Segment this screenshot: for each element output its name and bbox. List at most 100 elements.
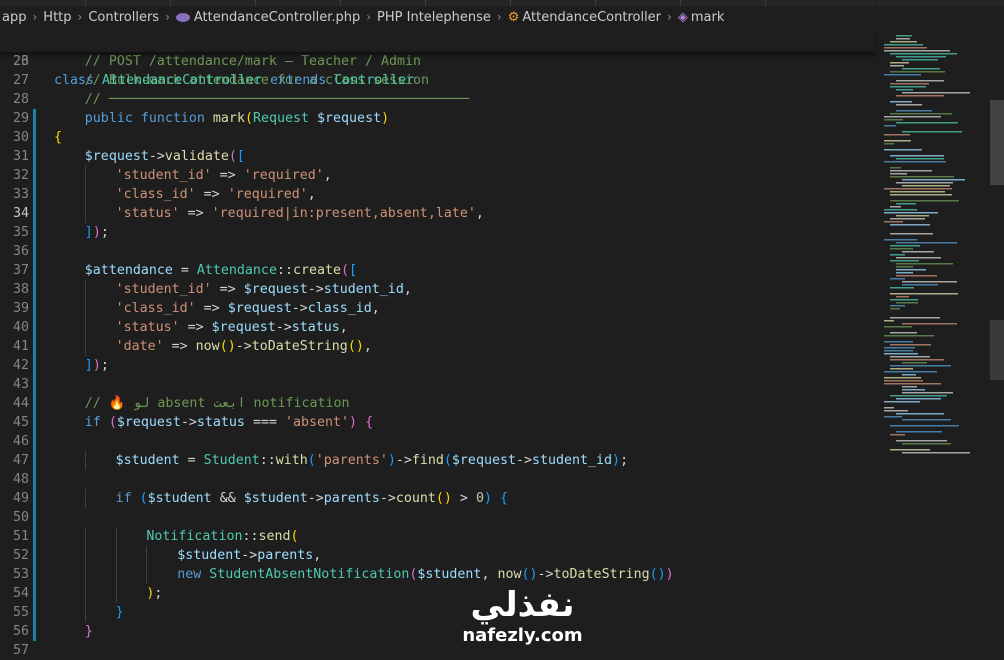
minimap-line xyxy=(896,122,958,124)
chevron-right-icon: › xyxy=(77,10,83,24)
code-line[interactable]: 42]); xyxy=(0,356,875,375)
code-line[interactable]: 28// ───────────────────────────────────… xyxy=(0,90,875,109)
indent-guide xyxy=(84,584,86,603)
code-line[interactable]: 32 'student_id' => 'required', xyxy=(0,166,875,185)
minimap-line xyxy=(890,41,917,43)
code-text: } xyxy=(84,624,93,639)
code-line[interactable]: 31 $request->validate([ xyxy=(0,147,875,166)
chevron-right-icon: › xyxy=(366,10,372,24)
minimap-line xyxy=(884,371,937,373)
code-line[interactable]: 44 // 🔥 لو absent ابعت notification xyxy=(0,394,875,413)
line-number: 39 xyxy=(12,301,29,316)
code-line[interactable]: 39 'class_id' => $request->class_id, xyxy=(0,299,875,318)
minimap-line xyxy=(896,257,941,259)
code-line[interactable]: 26// POST /attendance/mark — Teacher / A… xyxy=(0,52,875,71)
minimap-line xyxy=(884,143,894,145)
minimap-line xyxy=(890,356,930,358)
minimap-line xyxy=(896,242,957,244)
scrollbar-thumb[interactable] xyxy=(990,100,1004,185)
code-line[interactable]: 38 'student_id' => $request->student_id, xyxy=(0,280,875,299)
line-number: 35 xyxy=(12,225,29,240)
minimap-line xyxy=(902,452,970,454)
code-line[interactable]: 41 'date' => now()->toDateString(), xyxy=(0,337,875,356)
minimap-line xyxy=(896,158,944,160)
code-line[interactable]: 45 if ($request->status === 'absent') { xyxy=(0,413,875,432)
minimap-line xyxy=(902,131,962,133)
line-number: 46 xyxy=(12,434,29,449)
code-text: // 🔥 لو absent ابعت notification xyxy=(84,396,350,411)
watermark-logo: نفذلي nafezly.com xyxy=(430,585,615,655)
minimap-line xyxy=(890,317,940,319)
minimap-line xyxy=(884,212,938,214)
line-number: 50 xyxy=(12,510,29,525)
minimap-line xyxy=(884,50,950,52)
breadcrumb-item-controllers[interactable]: Controllers xyxy=(88,10,159,25)
minimap-line xyxy=(896,275,937,277)
code-line[interactable]: 47 $student = Student::with('parents')->f… xyxy=(0,451,875,470)
breadcrumb-item-method[interactable]: ◈ mark xyxy=(678,10,725,25)
breadcrumb-item-app[interactable]: app xyxy=(2,10,26,25)
breadcrumb-item-class[interactable]: ⚙ AttendanceController xyxy=(508,10,661,25)
line-number: 53 xyxy=(12,567,29,582)
code-line[interactable]: 35]); xyxy=(0,223,875,242)
minimap-line xyxy=(902,68,940,70)
breadcrumb-item-http[interactable]: Http xyxy=(43,10,71,25)
minimap[interactable] xyxy=(876,33,1004,655)
indent-guide xyxy=(146,565,148,584)
minimap-line xyxy=(896,272,913,274)
minimap-line xyxy=(902,251,934,253)
code-line[interactable]: 36 xyxy=(0,242,875,261)
minimap-line xyxy=(890,434,905,436)
indent-guide xyxy=(84,299,86,318)
minimap-line xyxy=(896,431,942,433)
code-line[interactable]: 30 { xyxy=(0,128,875,147)
line-number: 51 xyxy=(12,529,29,544)
minimap-line xyxy=(884,119,903,121)
minimap-line xyxy=(896,89,913,91)
line-number: 38 xyxy=(12,282,29,297)
code-line[interactable]: 33 'class_id' => 'required', xyxy=(0,185,875,204)
code-line[interactable]: 48 xyxy=(0,470,875,489)
line-number: 30 xyxy=(12,130,29,145)
minimap-line xyxy=(896,263,953,265)
code-line[interactable]: 49 if ($student && $student->parents->cou… xyxy=(0,489,875,508)
minimap-line xyxy=(902,374,916,376)
line-number: 42 xyxy=(12,358,29,373)
line-number: 36 xyxy=(12,244,29,259)
minimap-line xyxy=(890,287,914,289)
sticky-scroll-header[interactable]: 23 class AttendanceController extends Co… xyxy=(0,33,875,88)
code-line[interactable]: 34 'status' => 'required|in:present,absen… xyxy=(0,204,875,223)
minimap-line xyxy=(890,200,959,202)
minimap-line xyxy=(890,218,925,220)
modified-lines-indicator xyxy=(33,622,36,641)
breadcrumb-item-language-server[interactable]: PHP Intelephense xyxy=(377,10,491,25)
watermark-url: nafezly.com xyxy=(462,625,583,646)
code-line[interactable]: 40 'status' => $request->status, xyxy=(0,318,875,337)
minimap-line xyxy=(884,74,921,76)
indent-guide xyxy=(84,527,86,546)
code-text: if ($request->status === 'absent') { xyxy=(84,415,374,430)
panel-header-strip xyxy=(876,0,1004,6)
code-line[interactable]: 53 new StudentAbsentNotification($student… xyxy=(0,565,875,584)
minimap-line xyxy=(890,86,926,88)
code-line[interactable]: 37 $attendance = Attendance::create([ xyxy=(0,261,875,280)
watermark-arabic: نفذلي xyxy=(470,585,575,625)
line-number: 49 xyxy=(12,491,29,506)
code-line[interactable]: 46 xyxy=(0,432,875,451)
code-text: } xyxy=(115,605,124,620)
minimap-line xyxy=(902,281,957,283)
chevron-right-icon: › xyxy=(667,10,672,24)
breadcrumb-item-file[interactable]: AttendanceController.php xyxy=(175,10,360,25)
code-text: ]); xyxy=(84,358,109,373)
code-line[interactable]: 51 Notification::send( xyxy=(0,527,875,546)
indent-guide xyxy=(84,166,86,185)
code-line[interactable]: 43 xyxy=(0,375,875,394)
line-number: 56 xyxy=(12,624,29,639)
code-line[interactable]: 52 $student->parents, xyxy=(0,546,875,565)
code-line[interactable]: 50 xyxy=(0,508,875,527)
code-line[interactable]: 29 public function mark(Request $request) xyxy=(0,109,875,128)
minimap-line xyxy=(902,392,953,394)
php-file-icon xyxy=(175,12,190,22)
line-number: 37 xyxy=(12,263,29,278)
indent-guide xyxy=(146,546,148,565)
